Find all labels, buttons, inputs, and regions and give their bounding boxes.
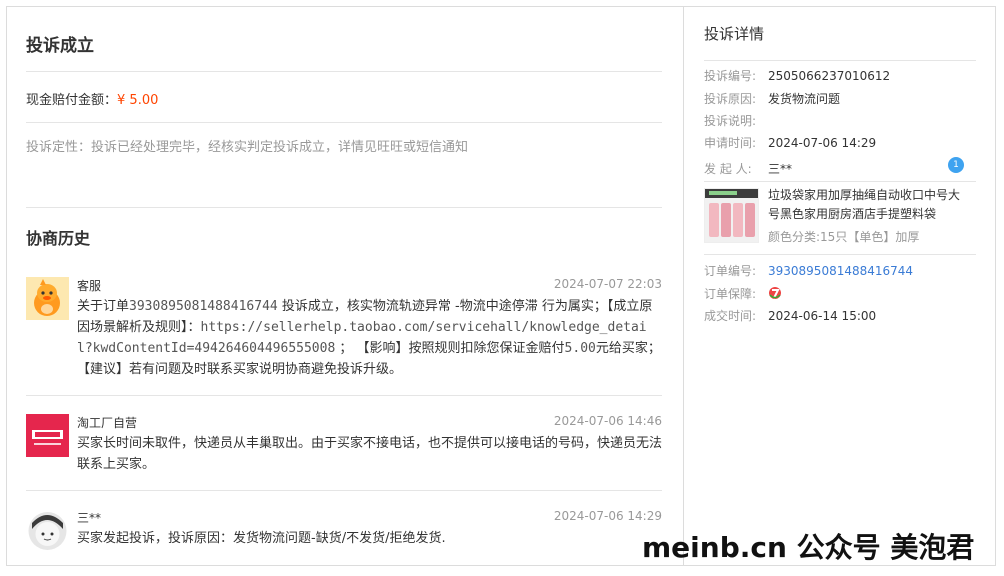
order-number: 3930895081488416744 bbox=[129, 299, 278, 314]
field-label: 成交时间: bbox=[704, 309, 757, 323]
avatar bbox=[26, 414, 69, 457]
compensation-label: 现金赔付金额： bbox=[26, 93, 118, 108]
message-text-part: 关于订单 bbox=[77, 299, 130, 314]
complaint-desc-row: 投诉说明: bbox=[704, 112, 768, 129]
avatar bbox=[26, 277, 69, 320]
divider bbox=[704, 181, 976, 182]
history-title: 协商历史 bbox=[26, 229, 91, 248]
divider bbox=[704, 254, 976, 255]
complaint-result-panel: 投诉成立 现金赔付金额：¥ 5.00 投诉定性：投诉已经处理完毕，经核实判定投诉… bbox=[6, 6, 683, 566]
seven-day-return-icon bbox=[768, 287, 782, 301]
field-label: 投诉说明: bbox=[704, 114, 757, 128]
message-text: 关于订单3930895081488416744 投诉成立，核实物流轨迹异常 -物… bbox=[77, 296, 662, 380]
initiator-name: 三** bbox=[768, 162, 793, 176]
complaint-number-row: 投诉编号: 2505066237010612 bbox=[704, 67, 890, 84]
message-sender: 客服 bbox=[77, 279, 102, 293]
message-text: 买家长时间未取件，快递员从丰巢取出。由于买家不接电话，也不提供可以接电话的号码，… bbox=[77, 436, 663, 472]
field-label: 发 起 人: bbox=[704, 162, 752, 176]
history-message: 淘工厂自营 2024-07-06 14:46 买家长时间未取件，快递员从丰巢取出… bbox=[26, 414, 662, 484]
complaint-detail-panel: 投诉详情 投诉编号: 2505066237010612 投诉原因: 发货物流问题 投… bbox=[683, 6, 996, 566]
order-number-link[interactable]: 3930895081488416744 bbox=[768, 264, 913, 278]
watermark: meinb.cn 公众号 美泡君 bbox=[642, 531, 975, 564]
divider bbox=[26, 395, 662, 396]
initiator-row: 发 起 人: 三** bbox=[704, 160, 792, 177]
divider bbox=[26, 490, 662, 491]
avatar bbox=[26, 509, 69, 552]
field-label: 投诉原因: bbox=[704, 92, 757, 106]
field-label: 订单编号: bbox=[704, 264, 757, 278]
complaint-reason: 发货物流问题 bbox=[768, 92, 841, 106]
divider bbox=[26, 207, 662, 208]
order-guarantee-row: 订单保障: bbox=[704, 285, 782, 302]
product-thumbnail[interactable] bbox=[704, 188, 759, 243]
order-number-row: 订单编号: 3930895081488416744 bbox=[704, 262, 913, 279]
message-text: 买家发起投诉，投诉原因：发货物流问题-缺货/不发货/拒绝发货. bbox=[77, 531, 446, 546]
wangwang-chat-icon[interactable]: 1 bbox=[948, 157, 964, 173]
divider bbox=[26, 122, 662, 123]
complaint-number: 2505066237010612 bbox=[768, 69, 891, 83]
field-label: 投诉编号: bbox=[704, 69, 757, 83]
divider bbox=[26, 71, 662, 72]
complaint-nature: 投诉定性：投诉已经处理完毕，经核实判定投诉成立，详情见旺旺或短信通知 bbox=[26, 140, 469, 155]
page-title: 投诉成立 bbox=[26, 36, 94, 56]
compensation-amount: ¥ 5.00 bbox=[117, 93, 159, 108]
deal-time: 2024-06-14 15:00 bbox=[768, 309, 877, 323]
deal-time-row: 成交时间: 2024-06-14 15:00 bbox=[704, 307, 876, 324]
deduct-amount: 5.00 bbox=[564, 341, 596, 356]
message-sender: 三** bbox=[77, 511, 102, 525]
message-sender: 淘工厂自营 bbox=[77, 416, 138, 430]
divider bbox=[704, 60, 976, 61]
product-title[interactable]: 垃圾袋家用加厚抽绳自动收口中号大号黑色家用厨房酒店手提塑料袋 bbox=[768, 186, 968, 224]
field-label: 申请时间: bbox=[704, 136, 757, 150]
message-time: 2024-07-06 14:29 bbox=[553, 509, 662, 523]
compensation-row: 现金赔付金额：¥ 5.00 bbox=[26, 89, 158, 108]
history-message: 客服 2024-07-07 22:03 关于订单3930895081488416… bbox=[26, 277, 662, 387]
apply-time-row: 申请时间: 2024-07-06 14:29 bbox=[704, 134, 876, 151]
history-message: 三** 2024-07-06 14:29 买家发起投诉，投诉原因：发货物流问题-… bbox=[26, 509, 662, 559]
detail-title: 投诉详情 bbox=[704, 25, 765, 43]
complaint-reason-row: 投诉原因: 发货物流问题 bbox=[704, 90, 840, 107]
field-label: 订单保障: bbox=[704, 287, 757, 301]
message-time: 2024-07-07 22:03 bbox=[553, 277, 662, 291]
message-text-part: ； 【影响】按照规则扣除您保证金赔付 bbox=[335, 341, 565, 356]
product-spec: 颜色分类:15只【单色】加厚 bbox=[768, 230, 920, 244]
message-time: 2024-07-06 14:46 bbox=[553, 414, 662, 428]
apply-time: 2024-07-06 14:29 bbox=[768, 136, 877, 150]
